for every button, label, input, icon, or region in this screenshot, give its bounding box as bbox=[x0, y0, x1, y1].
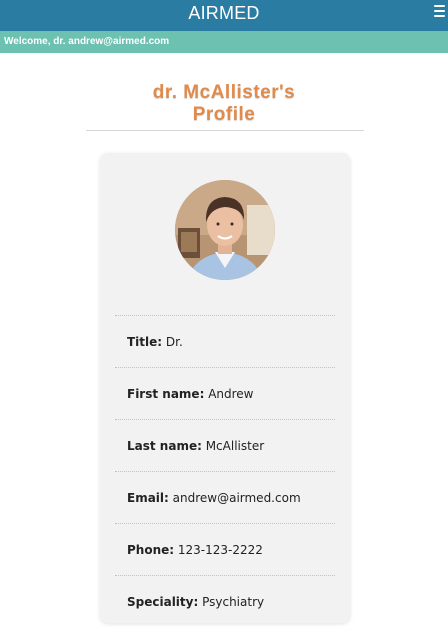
field-label-phone: Phone: bbox=[127, 543, 175, 557]
profile-card: Title: Dr. First name: Andrew Last name:… bbox=[100, 153, 350, 623]
field-value-last-name: McAllister bbox=[201, 439, 265, 453]
page-title: dr. McAllister's Profile bbox=[0, 82, 448, 126]
field-label-email: Email: bbox=[127, 491, 169, 505]
field-row-last-name: Last name: McAllister bbox=[115, 419, 335, 471]
field-value-phone: 123-123-2222 bbox=[174, 543, 263, 557]
field-label-title: Title: bbox=[127, 335, 163, 349]
field-row-email: Email: andrew@airmed.com bbox=[115, 471, 335, 523]
field-row-speciality: Speciality: Psychiatry bbox=[115, 575, 335, 627]
field-label-first-name: First name: bbox=[127, 387, 205, 401]
field-value-first-name: Andrew bbox=[204, 387, 254, 401]
field-row-title: Title: Dr. bbox=[115, 315, 335, 367]
hamburger-icon[interactable] bbox=[434, 5, 445, 18]
top-navbar: AIRMED bbox=[0, 0, 448, 31]
avatar bbox=[175, 180, 275, 280]
field-label-last-name: Last name: bbox=[127, 439, 202, 453]
field-label-speciality: Speciality: bbox=[127, 595, 199, 609]
page-title-line2: Profile bbox=[192, 104, 256, 125]
field-row-first-name: First name: Andrew bbox=[115, 367, 335, 419]
welcome-bar: Welcome, dr. andrew@airmed.com bbox=[0, 31, 448, 53]
field-value-title: Dr. bbox=[162, 335, 183, 349]
brand-title[interactable]: AIRMED bbox=[0, 3, 448, 24]
field-value-email: andrew@airmed.com bbox=[168, 491, 301, 505]
field-value-speciality: Psychiatry bbox=[198, 595, 265, 609]
field-row-phone: Phone: 123-123-2222 bbox=[115, 523, 335, 575]
title-divider bbox=[86, 130, 364, 131]
page-title-line1: dr. McAllister's bbox=[152, 82, 296, 103]
